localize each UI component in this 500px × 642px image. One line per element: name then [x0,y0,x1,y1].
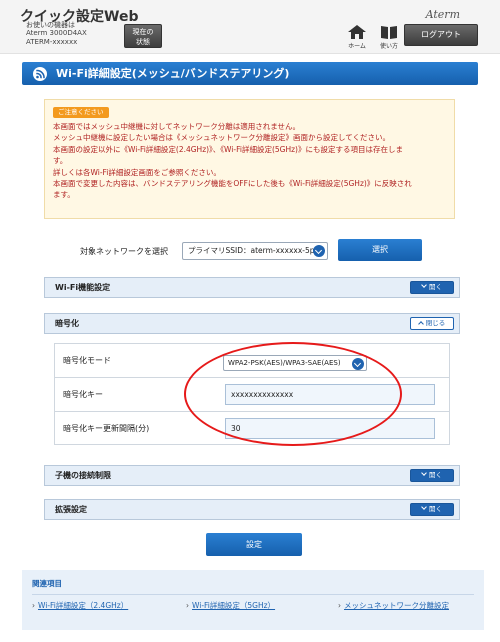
section-label: 暗号化 [55,319,79,328]
notice-box: ご注意ください 本画面ではメッシュ中継機に対してネットワーク分離は適用されません… [44,99,455,219]
brand-logo: Aterm [425,8,460,21]
logout-button[interactable]: ログアウト [404,24,478,46]
divider [32,594,474,595]
help-button[interactable]: 使い方 [376,24,402,50]
device-id: ATERM-xxxxxx [26,38,78,46]
section-encryption[interactable]: 暗号化 閉じる [44,313,460,334]
toggle-label: 開く [429,471,442,479]
encryption-mode-label: 暗号化モード [63,356,111,365]
related-title: 関連項目 [32,579,62,588]
notice-line: 本画面ではメッシュ中継機に対してネットワーク分離は適用されません。 [53,122,301,131]
chevron-down-icon [352,358,364,370]
encryption-settings-table: 暗号化モード WPA2-PSK(AES)/WPA3-SAE(AES) 暗号化キー… [54,343,450,445]
chevron-down-icon [421,470,427,476]
section-label: Wi-Fi機能設定 [55,283,111,292]
apply-settings-button[interactable]: 設定 [206,533,302,556]
home-icon [348,25,366,39]
related-items: 関連項目 Wi-Fi詳細設定（2.4GHz） Wi-Fi詳細設定（5GHz） メ… [22,570,484,630]
table-row: 暗号化キー xxxxxxxxxxxxxx [55,378,449,412]
network-select[interactable]: プライマリSSID：aterm-xxxxxx-5p [182,242,328,260]
key-interval-input[interactable]: 30 [225,418,435,439]
home-button[interactable]: ホーム [344,24,370,50]
related-link-mesh-isolation[interactable]: メッシュネットワーク分離設定 [338,600,449,611]
notice-line: メッシュ中継機に設定したい場合は《メッシュネットワーク分離設定》画面から設定して… [53,133,391,143]
section-connection-limit[interactable]: 子機の接続制限 開く [44,465,460,486]
expand-button[interactable]: 開く [410,281,454,294]
device-model: Aterm 3000D4AX [26,29,87,37]
expand-button[interactable]: 開く [410,469,454,482]
home-label: ホーム [348,43,366,50]
section-label: 子機の接続制限 [55,471,111,480]
section-extended[interactable]: 拡張設定 開く [44,499,460,520]
related-link-wifi-24ghz[interactable]: Wi-Fi詳細設定（2.4GHz） [32,600,128,611]
select-network-button[interactable]: 選択 [338,239,422,261]
encryption-key-label: 暗号化キー [63,390,103,399]
expand-button[interactable]: 開く [410,503,454,516]
related-link-wifi-5ghz[interactable]: Wi-Fi詳細設定（5GHz） [186,600,275,611]
key-interval-label: 暗号化キー更新間隔(分) [63,424,150,433]
notice-line: 詳しくは各Wi-Fi詳細設定画面をご参照ください。 [53,167,221,177]
chevron-down-icon [421,504,427,510]
chevron-down-icon [421,282,427,288]
encryption-mode-value: WPA2-PSK(AES)/WPA3-SAE(AES) [228,359,341,367]
section-label: 拡張設定 [55,505,87,514]
chevron-down-icon [313,245,325,257]
wifi-icon [33,67,47,81]
section-wifi-function[interactable]: Wi-Fi機能設定 開く [44,277,460,298]
network-select-label: 対象ネットワークを選択 [80,247,168,256]
book-icon [381,26,397,39]
table-row: 暗号化モード WPA2-PSK(AES)/WPA3-SAE(AES) [55,344,449,378]
toggle-label: 閉じる [425,319,446,327]
notice-line: す。 [53,156,68,166]
help-label: 使い方 [379,43,398,50]
collapse-button[interactable]: 閉じる [410,317,454,330]
toggle-label: 開く [429,505,442,513]
notice-badge: ご注意ください [53,107,109,118]
header: クイック設定Web お使いの機器は Aterm 3000D4AX ATERM-x… [0,0,500,54]
network-select-value: プライマリSSID：aterm-xxxxxx-5p [188,246,315,255]
page-title: Wi-Fi詳細設定(メッシュ/バンドステアリング) [56,67,290,80]
encryption-key-input[interactable]: xxxxxxxxxxxxxx [225,384,435,405]
chevron-up-icon [417,321,424,327]
notice-line: ます。 [53,190,75,200]
page-title-bar: Wi-Fi詳細設定(メッシュ/バンドステアリング) [22,62,478,85]
encryption-mode-select[interactable]: WPA2-PSK(AES)/WPA3-SAE(AES) [223,355,367,371]
table-row: 暗号化キー更新間隔(分) 30 [55,412,449,446]
current-status-button[interactable]: 現在の 状態 [124,24,162,48]
notice-line: 本画面の設定以外に《Wi-Fi詳細設定(2.4GHz)》、《Wi-Fi詳細設定(… [53,144,403,154]
notice-line: 本画面で変更した内容は、バンドステアリング機能をOFFにした後も《Wi-Fi詳細… [53,179,412,189]
toggle-label: 開く [429,283,442,291]
